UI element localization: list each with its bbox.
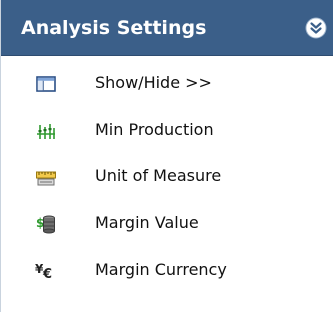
sliders-icon [35, 120, 57, 142]
menu-item-label: Margin Value [95, 213, 199, 232]
menu-item-label: Margin Currency [95, 260, 227, 279]
money-stack-icon: $ [35, 213, 57, 235]
currency-exchange-icon: ¥ € [35, 260, 57, 282]
window-panel-icon [35, 73, 57, 95]
svg-text:€: € [42, 267, 52, 282]
panel-title: Analysis Settings [21, 17, 207, 39]
menu-item-margin-currency[interactable]: ¥ € Margin Currency [1, 249, 333, 293]
panel-header: Analysis Settings [1, 0, 333, 56]
menu-item-label: Show/Hide >> [95, 73, 212, 92]
menu-item-margin-value[interactable]: $ Margin Value [1, 202, 333, 246]
menu-item-show-hide[interactable]: Show/Hide >> [1, 62, 333, 106]
double-chevron-down-icon[interactable] [305, 17, 327, 39]
menu-item-min-production[interactable]: Min Production [1, 109, 333, 153]
analysis-settings-panel: Analysis Settings Show/Hide >> Min Produ… [0, 0, 333, 312]
menu-item-unit-of-measure[interactable]: Unit of Measure [1, 155, 333, 199]
ruler-icon [35, 166, 57, 188]
menu-item-label: Unit of Measure [95, 166, 222, 185]
menu-item-label: Min Production [95, 120, 214, 139]
